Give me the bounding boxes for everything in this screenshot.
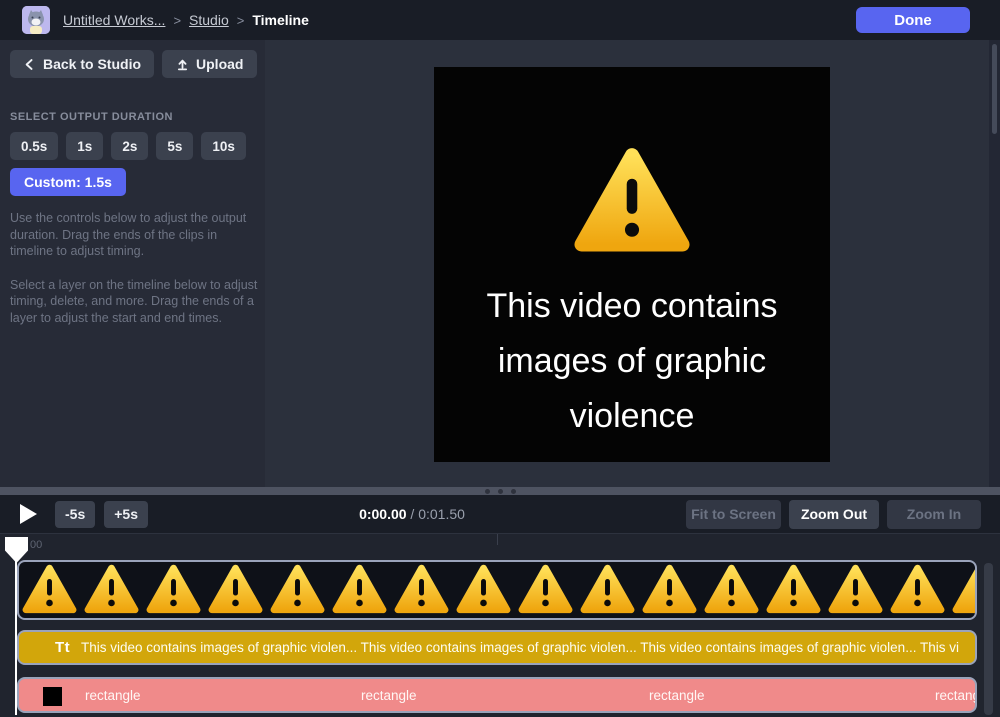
ruler-start-label: 00	[30, 539, 43, 551]
chevron-left-icon	[25, 58, 33, 70]
back-to-studio-label: Back to Studio	[43, 56, 142, 72]
rectangle-layer-clip[interactable]: rectangle rectangle rectangle rectangle	[17, 677, 977, 713]
warning-thumbnail-icon	[22, 564, 77, 615]
breadcrumb-separator: >	[173, 12, 182, 28]
warning-line-1: This video contains	[486, 287, 778, 325]
rectangle-swatch-icon	[43, 687, 62, 706]
duration-option-1s[interactable]: 1s	[66, 132, 104, 160]
upload-label: Upload	[196, 56, 244, 72]
image-thumbnail-strip	[19, 562, 975, 618]
app-window: Untitled Works... > Studio > Timeline Do…	[0, 0, 1000, 717]
warning-thumbnail-icon	[704, 564, 759, 615]
warning-thumbnail-icon	[332, 564, 387, 615]
drag-dot-icon	[497, 488, 503, 494]
warning-thumbnail-icon	[766, 564, 821, 615]
duration-option-2s[interactable]: 2s	[111, 132, 149, 160]
image-layer-clip[interactable]	[17, 560, 977, 620]
duration-section-heading: SELECT OUTPUT DURATION	[10, 111, 173, 123]
total-duration: / 0:01.50	[406, 506, 465, 522]
preview-stage: This video contains images of graphic vi…	[265, 40, 1000, 487]
rewind-5s-button[interactable]: -5s	[55, 500, 96, 528]
playback-bar: -5s +5s 0:00.00 / 0:01.50 Fit to Screen …	[0, 495, 1000, 533]
timecode-display: 0:00.00 / 0:01.50	[359, 506, 465, 522]
warning-thumbnail-icon	[890, 564, 945, 615]
zoom-out-button[interactable]: Zoom Out	[789, 499, 879, 529]
warning-thumbnail-icon	[828, 564, 883, 615]
stage-scrollbar-thumb[interactable]	[992, 44, 997, 134]
warning-line-3: violence	[569, 397, 695, 435]
warning-thumbnail-icon	[394, 564, 449, 615]
cat-avatar-icon	[22, 6, 50, 34]
text-layer-clip[interactable]: Tt This video contains images of graphic…	[17, 630, 977, 665]
stage-scrollbar[interactable]	[989, 40, 1000, 487]
warning-thumbnail-icon	[642, 564, 697, 615]
fit-to-screen-button[interactable]: Fit to Screen	[686, 499, 781, 529]
breadcrumb-separator: >	[236, 12, 245, 28]
play-icon	[20, 504, 37, 524]
warning-thumbnail-icon	[952, 564, 977, 615]
rectangle-label: rectangle	[85, 688, 141, 703]
warning-thumbnail-icon	[84, 564, 139, 615]
duration-option-5s[interactable]: 5s	[156, 132, 194, 160]
rectangle-label: rectangle	[361, 688, 417, 703]
duration-options: 0.5s 1s 2s 5s 10s	[10, 132, 265, 160]
rectangle-label: rectangle	[649, 688, 705, 703]
text-layer-content: This video contains images of graphic vi…	[81, 640, 959, 655]
rectangle-label: rectangle	[935, 688, 975, 703]
panel-resize-handle[interactable]	[0, 487, 1000, 495]
drag-dot-icon	[484, 488, 490, 494]
play-button[interactable]	[20, 501, 46, 527]
warning-thumbnail-icon	[270, 564, 325, 615]
help-text-layers: Select a layer on the timeline below to …	[10, 277, 258, 325]
timeline-tracks: Tt This video contains images of graphic…	[0, 555, 1000, 717]
current-time: 0:00.00	[359, 506, 407, 522]
ruler-tick	[497, 534, 498, 545]
breadcrumb: Untitled Works... > Studio > Timeline	[63, 12, 309, 28]
back-to-studio-button[interactable]: Back to Studio	[10, 50, 155, 78]
warning-thumbnail-icon	[456, 564, 511, 615]
zoom-controls: Fit to Screen Zoom Out Zoom In	[686, 499, 981, 529]
warning-text-layer[interactable]: This video contains images of graphic vi…	[434, 279, 830, 444]
upload-button[interactable]: Upload	[162, 50, 258, 78]
duration-option-0-5s[interactable]: 0.5s	[10, 132, 59, 160]
video-canvas[interactable]: This video contains images of graphic vi…	[434, 67, 830, 462]
forward-5s-button[interactable]: +5s	[104, 500, 148, 528]
help-text-duration: Use the controls below to adjust the out…	[10, 211, 247, 258]
warning-thumbnail-icon	[518, 564, 573, 615]
warning-triangle-icon[interactable]	[573, 147, 691, 255]
timeline-panel: -5s +5s 0:00.00 / 0:01.50 Fit to Screen …	[0, 495, 1000, 717]
breadcrumb-workspace-link[interactable]: Untitled Works...	[63, 12, 165, 28]
timeline-ruler[interactable]: 00	[0, 533, 1000, 563]
warning-thumbnail-icon	[580, 564, 635, 615]
warning-thumbnail-icon	[208, 564, 263, 615]
breadcrumb-current-page: Timeline	[252, 12, 309, 28]
workspace-logo[interactable]	[22, 6, 50, 34]
breadcrumb-studio-link[interactable]: Studio	[189, 12, 229, 28]
warning-line-2: images of graphic	[497, 342, 767, 380]
playhead-line[interactable]	[15, 555, 17, 715]
custom-duration-button[interactable]: Custom: 1.5s	[10, 168, 126, 196]
upload-icon	[177, 59, 188, 70]
drag-dot-icon	[510, 488, 516, 494]
text-layer-icon: Tt	[55, 639, 71, 656]
timeline-scrollbar[interactable]	[984, 563, 993, 715]
duration-option-10s[interactable]: 10s	[201, 132, 246, 160]
zoom-in-button[interactable]: Zoom In	[887, 499, 981, 529]
sidebar: Back to Studio Upload SELECT OUTPUT DURA…	[0, 40, 265, 487]
warning-thumbnail-icon	[146, 564, 201, 615]
top-bar: Untitled Works... > Studio > Timeline Do…	[0, 0, 1000, 40]
done-button[interactable]: Done	[856, 7, 970, 33]
